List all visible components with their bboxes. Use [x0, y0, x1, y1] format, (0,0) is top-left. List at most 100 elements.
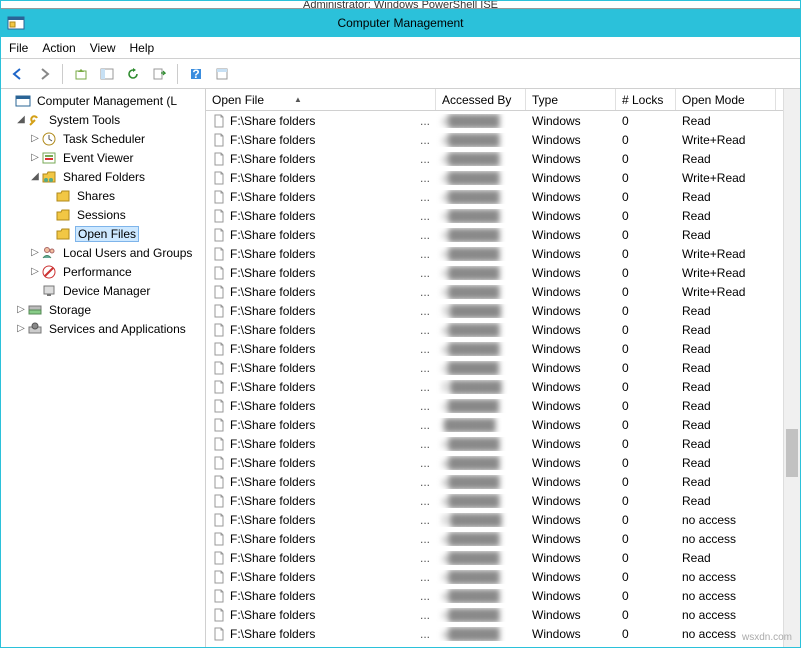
tree-root[interactable]: Computer Management (L — [1, 91, 205, 110]
tree-system-tools[interactable]: ◢ System Tools — [1, 110, 205, 129]
table-row[interactable]: F:\Share folders...d██████Windows0Read — [206, 149, 800, 168]
table-row[interactable]: F:\Share folders...n██████Windows0Write+… — [206, 244, 800, 263]
vertical-scrollbar[interactable] — [783, 89, 800, 647]
expander-icon[interactable]: ▷ — [29, 152, 41, 164]
title-bar[interactable]: Computer Management — [1, 9, 800, 37]
expander-icon[interactable]: ◢ — [15, 114, 27, 126]
table-row[interactable]: F:\Share folders...e██████Windows0Read — [206, 320, 800, 339]
cell-type: Windows — [526, 532, 616, 546]
cell-open-mode: Read — [676, 304, 776, 318]
cell-accessed-by: n██████ — [436, 570, 526, 584]
table-row[interactable]: F:\Share folders...e██████Windows0Read — [206, 472, 800, 491]
table-row[interactable]: F:\Share folders...n██████Windows0Write+… — [206, 282, 800, 301]
menu-help[interactable]: Help — [130, 41, 155, 55]
table-row[interactable]: F:\Share folders...D██████Windows0Read — [206, 377, 800, 396]
tree-storage[interactable]: ▷ Storage — [1, 300, 205, 319]
expander-icon[interactable]: ▷ — [29, 247, 41, 259]
watermark-text: wsxdn.com — [742, 632, 792, 643]
menu-file[interactable]: File — [9, 41, 28, 55]
table-row[interactable]: F:\Share folders...d██████Windows0Read — [206, 111, 800, 130]
table-row[interactable]: F:\Share folders...n██████Windows0Read — [206, 225, 800, 244]
column-type[interactable]: Type — [526, 89, 616, 110]
export-list-button[interactable] — [148, 63, 170, 85]
content-area: Computer Management (L ◢ System Tools ▷ … — [1, 89, 800, 647]
forward-button[interactable] — [33, 63, 55, 85]
scrollbar-thumb[interactable] — [786, 429, 798, 477]
tree-device-manager[interactable]: Device Manager — [1, 281, 205, 300]
tree-services-apps[interactable]: ▷ Services and Applications — [1, 319, 205, 338]
table-row[interactable]: F:\Share folders...n██████Windows0no acc… — [206, 605, 800, 624]
column-open-mode[interactable]: Open Mode — [676, 89, 776, 110]
table-row[interactable]: F:\Share folders...d██████Windows0Write+… — [206, 168, 800, 187]
cell-type: Windows — [526, 247, 616, 261]
back-button[interactable] — [7, 63, 29, 85]
table-row[interactable]: F:\Share folders...a██████Windows0no acc… — [206, 624, 800, 643]
tree-sessions[interactable]: Sessions — [1, 205, 205, 224]
cell-open-mode: Read — [676, 190, 776, 204]
table-row[interactable]: F:\Share folders...i██████Windows0Read — [206, 415, 800, 434]
column-accessed-by[interactable]: Accessed By — [436, 89, 526, 110]
help-button[interactable]: ? — [185, 63, 207, 85]
sessions-icon — [55, 207, 71, 223]
show-hide-tree-button[interactable] — [96, 63, 118, 85]
table-row[interactable]: F:\Share folders...e██████Windows0no acc… — [206, 529, 800, 548]
cell-open-file: F:\Share folders... — [206, 551, 436, 565]
cell-open-file: F:\Share folders... — [206, 494, 436, 508]
table-row[interactable]: F:\Share folders...a██████Windows0Read — [206, 548, 800, 567]
table-row[interactable]: F:\Share folders...d██████Windows0Write+… — [206, 130, 800, 149]
expander-icon[interactable]: ▷ — [15, 304, 27, 316]
refresh-button[interactable] — [122, 63, 144, 85]
cell-accessed-by: a██████ — [436, 456, 526, 470]
cell-accessed-by: d██████ — [436, 133, 526, 147]
cell-locks: 0 — [616, 342, 676, 356]
cell-type: Windows — [526, 608, 616, 622]
list-header: Open File Accessed By Type # Locks Open … — [206, 89, 800, 111]
tree-task-scheduler[interactable]: ▷ Task Scheduler — [1, 129, 205, 148]
cell-accessed-by: n██████ — [436, 247, 526, 261]
tree-performance[interactable]: ▷ Performance — [1, 262, 205, 281]
column-open-file[interactable]: Open File — [206, 89, 436, 110]
tree-local-users[interactable]: ▷ Local Users and Groups — [1, 243, 205, 262]
tree-open-files[interactable]: Open Files — [1, 224, 205, 243]
table-row[interactable]: F:\Share folders...a██████Windows0Read — [206, 453, 800, 472]
cell-open-file: F:\Share folders... — [206, 152, 436, 166]
tree-shares[interactable]: Shares — [1, 186, 205, 205]
cell-open-mode: Read — [676, 380, 776, 394]
table-row[interactable]: F:\Share folders...S██████Windows0Read — [206, 301, 800, 320]
tree-event-viewer[interactable]: ▷ Event Viewer — [1, 148, 205, 167]
cell-type: Windows — [526, 209, 616, 223]
menu-action[interactable]: Action — [42, 41, 75, 55]
column-locks[interactable]: # Locks — [616, 89, 676, 110]
table-row[interactable]: F:\Share folders...n██████Windows0Read — [206, 206, 800, 225]
up-button[interactable] — [70, 63, 92, 85]
cell-open-file: F:\Share folders... — [206, 532, 436, 546]
properties-button[interactable] — [211, 63, 233, 85]
cell-locks: 0 — [616, 475, 676, 489]
cell-accessed-by: e██████ — [436, 342, 526, 356]
table-row[interactable]: F:\Share folders...e██████Windows0Read — [206, 491, 800, 510]
cell-open-mode: Write+Read — [676, 247, 776, 261]
cell-accessed-by: d██████ — [436, 190, 526, 204]
tree-pane[interactable]: Computer Management (L ◢ System Tools ▷ … — [1, 89, 206, 647]
table-row[interactable]: F:\Share folders...n██████Windows0Write+… — [206, 263, 800, 282]
cell-type: Windows — [526, 171, 616, 185]
table-row[interactable]: F:\Share folders...c██████Windows0Read — [206, 358, 800, 377]
expander-icon[interactable]: ▷ — [29, 133, 41, 145]
cell-open-mode: Read — [676, 114, 776, 128]
table-row[interactable]: F:\Share folders...n██████Windows0Read — [206, 434, 800, 453]
table-row[interactable]: F:\Share folders...e██████Windows0no acc… — [206, 586, 800, 605]
expander-icon[interactable]: ▷ — [15, 323, 27, 335]
expander-icon[interactable]: ▷ — [29, 266, 41, 278]
table-row[interactable]: F:\Share folders...D██████Windows0no acc… — [206, 510, 800, 529]
table-row[interactable]: F:\Share folders...c██████Windows0Read — [206, 396, 800, 415]
table-row[interactable]: F:\Share folders...n██████Windows0no acc… — [206, 567, 800, 586]
cell-locks: 0 — [616, 323, 676, 337]
list-body[interactable]: F:\Share folders...d██████Windows0ReadF:… — [206, 111, 800, 647]
menu-view[interactable]: View — [90, 41, 116, 55]
tree-shared-folders[interactable]: ◢ Shared Folders — [1, 167, 205, 186]
table-row[interactable]: F:\Share folders...d██████Windows0Read — [206, 187, 800, 206]
cell-type: Windows — [526, 456, 616, 470]
table-row[interactable]: F:\Share folders...e██████Windows0Read — [206, 339, 800, 358]
cell-locks: 0 — [616, 152, 676, 166]
expander-icon[interactable]: ◢ — [29, 171, 41, 183]
